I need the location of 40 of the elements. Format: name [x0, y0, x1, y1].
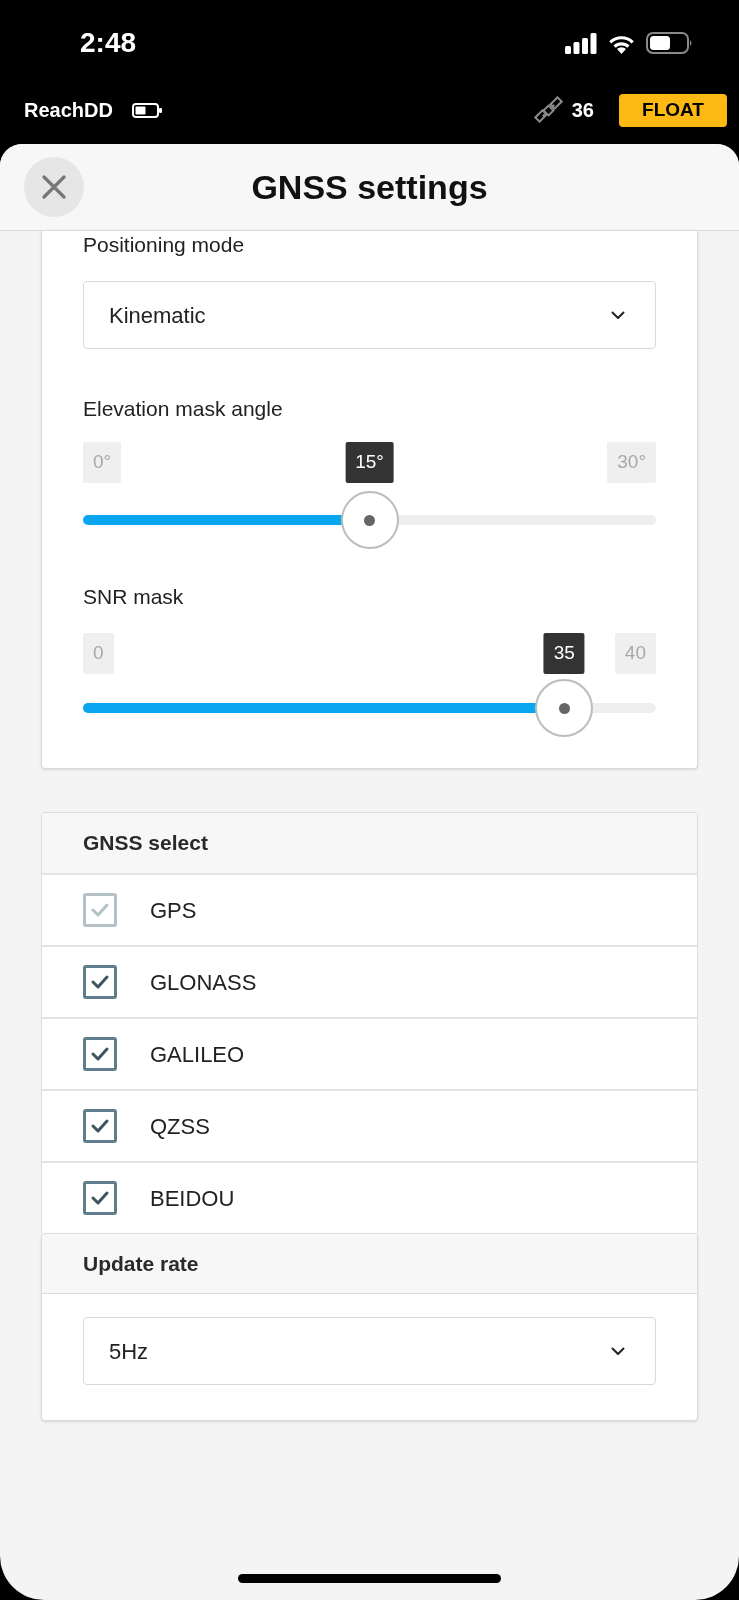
slider-min-label: 0°: [83, 442, 122, 483]
chevron-down-icon: [611, 1346, 625, 1356]
checkbox-label[interactable]: BEIDOU: [150, 1181, 235, 1215]
slider-track[interactable]: [83, 491, 656, 549]
select-field[interactable]: Kinematic: [83, 281, 656, 349]
checkbox-label[interactable]: QZSS: [150, 1109, 210, 1143]
check-icon: [91, 1191, 109, 1205]
slider-min-label: 0: [83, 633, 114, 674]
checkbox[interactable]: [83, 1181, 117, 1215]
battery-icon: [131, 102, 162, 118]
field-label: Positioning mode: [83, 232, 246, 258]
status-time: 2:48: [80, 29, 137, 57]
battery-icon: [646, 32, 693, 54]
select-field[interactable]: 5Hz: [83, 1317, 656, 1385]
device-name: ReachDD: [24, 98, 113, 123]
checkbox-label[interactable]: GLONASS: [150, 965, 257, 999]
close-icon: [42, 175, 66, 199]
solution-status-badge: FLOAT: [619, 93, 727, 127]
signal-icon: [565, 32, 597, 54]
checkbox-label[interactable]: GALILEO: [150, 1037, 245, 1071]
satellite-count: 36: [571, 98, 594, 123]
chevron-down-icon: [611, 310, 625, 320]
checkbox[interactable]: [83, 1109, 117, 1143]
satellite-icon: [533, 95, 563, 125]
check-icon: [91, 1047, 109, 1061]
field-label: Elevation mask angle: [83, 396, 284, 422]
section-header: Update rate: [42, 1234, 697, 1294]
checkbox[interactable]: [83, 965, 117, 999]
slider-max-label: 30°: [607, 442, 656, 483]
slider-value-tooltip: 35: [543, 633, 585, 674]
slider-value-tooltip: 15°: [345, 442, 394, 483]
checkbox[interactable]: [83, 1037, 117, 1071]
section-header: GNSS select: [42, 813, 697, 873]
slider-track[interactable]: [83, 679, 656, 737]
slider-max-label: 40: [614, 633, 656, 674]
page-title: GNSS settings: [251, 166, 488, 208]
check-icon: [91, 975, 109, 989]
field-label: SNR mask: [83, 584, 185, 610]
check-icon: [91, 1119, 109, 1133]
check-icon: [91, 903, 109, 917]
